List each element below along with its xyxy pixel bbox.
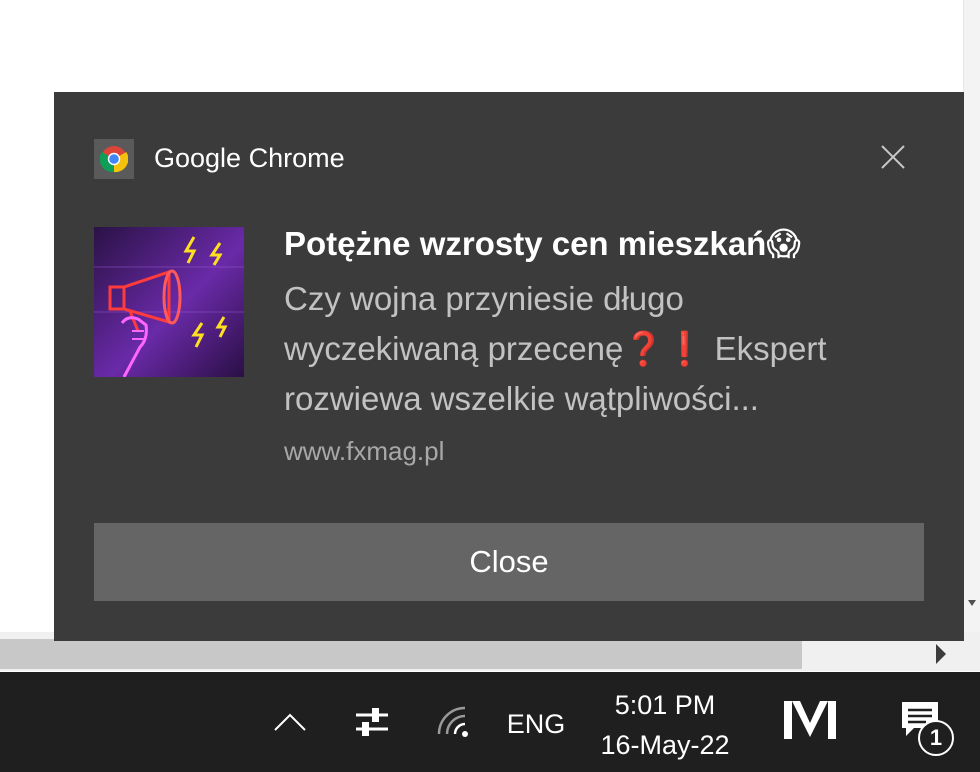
clock-date: 16-May-22	[600, 730, 730, 760]
scroll-down-arrow-icon[interactable]	[968, 600, 976, 606]
clock-time: 5:01 PM	[614, 690, 716, 720]
language-indicator[interactable]: ENG	[500, 702, 572, 746]
chrome-notification-toast[interactable]: Google Chrome Potężne wzrosty cen mieszk…	[54, 92, 964, 641]
notification-title: Potężne wzrosty cen mieszkań😱	[284, 225, 801, 262]
wifi-icon[interactable]	[434, 700, 474, 744]
notification-body-line: Czy wojna przyniesie długo	[284, 280, 684, 317]
notification-count-badge: 1	[918, 720, 954, 756]
desktop: Google Chrome Potężne wzrosty cen mieszk…	[0, 0, 980, 772]
notification-body: Czy wojna przyniesie długo wyczekiwaną p…	[284, 274, 904, 424]
vertical-scrollbar[interactable]	[963, 0, 980, 632]
sliders-icon[interactable]	[350, 700, 394, 744]
chevron-up-icon[interactable]	[270, 700, 310, 744]
chrome-icon	[94, 139, 134, 179]
clock[interactable]: 5:01 PM 16-May-22	[580, 680, 750, 770]
action-center-icon[interactable]: 1	[892, 694, 964, 766]
horizontal-scrollbar-thumb[interactable]	[0, 639, 802, 669]
megaphone-image	[94, 227, 244, 377]
notification-body-line: wyczekiwaną przecenę❓❗ Ekspert	[284, 330, 827, 367]
notification-body-line: rozwiewa wszelkie wątpliwości...	[284, 380, 759, 417]
notification-source: www.fxmag.pl	[284, 436, 445, 466]
taskbar: ENG 5:01 PM 16-May-22 1	[0, 672, 980, 772]
m-logo-icon[interactable]	[778, 694, 842, 744]
close-icon[interactable]	[878, 142, 908, 172]
close-button[interactable]: Close	[94, 523, 924, 601]
scroll-right-arrow-icon[interactable]	[936, 644, 946, 664]
notification-app-name: Google Chrome	[154, 143, 345, 173]
